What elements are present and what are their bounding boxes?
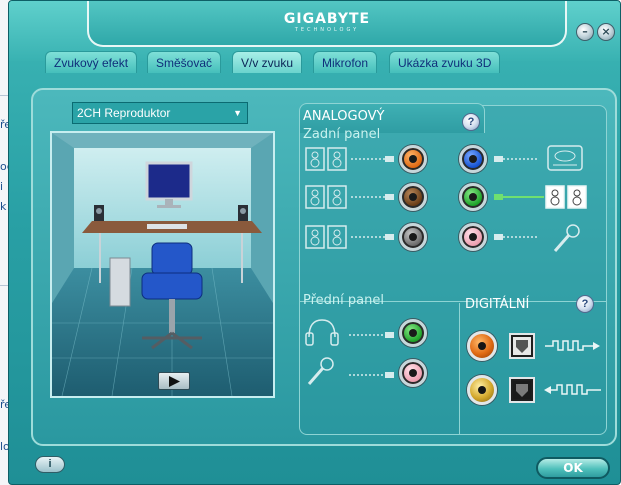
brand-logo: GIGABYTE [283, 11, 371, 27]
front-jack-green[interactable] [399, 319, 427, 347]
play-test-button[interactable] [158, 372, 190, 390]
background-text: k [0, 200, 7, 213]
microphone-icon[interactable] [305, 355, 337, 387]
tab-3d-audio-demo[interactable]: Ukázka zvuku 3D [389, 51, 501, 73]
microphone-icon[interactable] [551, 223, 581, 255]
analog-help-icon[interactable]: ? [462, 113, 480, 131]
optical-port-icon [513, 381, 531, 399]
title-bar[interactable]: GIGABYTE TECHNOLOGY [87, 1, 567, 47]
headphones-icon[interactable] [305, 317, 339, 347]
line-in-icon[interactable] [547, 143, 585, 173]
tab-microphone[interactable]: Mikrofon [313, 51, 378, 73]
analog-title: ANALOGOVÝ [303, 109, 385, 124]
digital-title: DIGITÁLNÍ [465, 297, 530, 312]
cable-icon [351, 156, 394, 162]
speakers-icon[interactable] [305, 185, 347, 209]
tab-mixer[interactable]: Směšovač [147, 51, 222, 73]
cable-icon [494, 156, 538, 162]
cable-icon [349, 332, 394, 338]
spdif-out-jack[interactable] [467, 331, 497, 361]
minimize-button[interactable]: – [576, 23, 594, 41]
speaker-config-value: 2CH Reproduktor [77, 106, 171, 120]
info-button[interactable]: i [35, 456, 65, 473]
speakers-icon[interactable] [545, 185, 587, 209]
background-text: i [0, 180, 4, 193]
ok-button[interactable]: OK [536, 457, 610, 479]
rear-jack-brown[interactable] [399, 183, 427, 211]
optical-port-icon [513, 337, 531, 355]
divider [459, 303, 460, 435]
active-cable-icon [494, 194, 544, 200]
signal-out-icon [545, 340, 600, 351]
tab-audio-io[interactable]: V/v zvuku [232, 51, 303, 73]
room-illustration [50, 131, 275, 398]
close-button[interactable]: × [597, 23, 615, 41]
front-jack-pink[interactable] [399, 359, 427, 387]
signal-in-icon [544, 384, 601, 395]
optical-in-icon[interactable] [509, 377, 535, 403]
rear-jack-green[interactable] [459, 183, 487, 211]
speakers-icon[interactable] [305, 147, 347, 171]
rear-jack-blue[interactable] [459, 145, 487, 173]
cable-icon [494, 234, 538, 240]
play-icon [169, 376, 180, 387]
analog-section: ANALOGOVÝ ? Zadní panel Přední panel DIG… [299, 103, 607, 435]
cable-icon [351, 234, 394, 240]
digital-help-icon[interactable]: ? [576, 295, 594, 313]
cable-icon [351, 194, 394, 200]
io-panel: 2CH Reproduktor ▼ ANALOGOVÝ ? Zadní pane… [31, 88, 617, 446]
speakers-icon[interactable] [305, 225, 347, 249]
front-panel-label: Přední panel [303, 293, 384, 308]
cable-icon [349, 372, 394, 378]
optical-out-icon[interactable] [509, 333, 535, 359]
tab-sound-effect[interactable]: Zvukový efekt [45, 51, 138, 73]
rear-jack-orange[interactable] [399, 145, 427, 173]
rear-panel-label: Zadní panel [303, 127, 381, 142]
audio-manager-window: GIGABYTE TECHNOLOGY – × Zvukový efekt Sm… [8, 0, 621, 485]
dropdown-arrow-icon: ▼ [233, 108, 242, 118]
speaker-config-dropdown[interactable]: 2CH Reproduktor ▼ [72, 102, 248, 124]
room-scene-icon [52, 133, 273, 396]
rear-jack-pink[interactable] [459, 223, 487, 251]
tab-bar: Zvukový efekt Směšovač V/v zvuku Mikrofo… [45, 51, 515, 73]
brand-subtitle: TECHNOLOGY [294, 27, 360, 33]
spdif-in-jack[interactable] [467, 375, 497, 405]
rear-jack-grey[interactable] [399, 223, 427, 251]
